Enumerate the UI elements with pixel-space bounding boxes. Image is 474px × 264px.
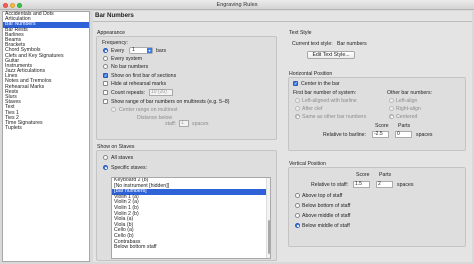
every-label: Every bbox=[111, 48, 125, 54]
center-range-radio[interactable] bbox=[111, 107, 116, 112]
staves-section: All staves Specific staves: Keyboard 2 (… bbox=[96, 150, 277, 261]
sidebar-item[interactable]: Tuplets bbox=[3, 125, 89, 131]
count-repeats-label: Count repeats: bbox=[111, 90, 146, 96]
staves-list[interactable]: Keyboard 2 (b) [No instrument [hidden]] [B… bbox=[111, 177, 271, 259]
above-middle-staff-label: Above middle of staff bbox=[302, 213, 351, 219]
chevron-down-icon: ▾ bbox=[147, 48, 152, 53]
current-text-style-label: Current text style: bbox=[292, 41, 333, 47]
frequency-label: Frequency: bbox=[102, 40, 128, 46]
count-repeats-input[interactable]: 10 (20) bbox=[149, 89, 173, 96]
horizontal-section: Center in the bar First bar number of sy… bbox=[288, 77, 466, 151]
vertical-spaces-label: spaces bbox=[397, 182, 414, 188]
count-repeats-checkbox[interactable] bbox=[103, 90, 108, 95]
right-align-label: Right-align bbox=[396, 106, 421, 112]
horizontal-spaces-label: spaces bbox=[416, 132, 433, 138]
vertical-score-input[interactable]: 1.5 bbox=[353, 181, 370, 188]
right-align-radio[interactable] bbox=[389, 106, 394, 111]
center-range-label: Center range on multirest bbox=[119, 107, 178, 113]
staff-list-item[interactable]: Below bottom staff bbox=[112, 245, 270, 251]
left-align-radio[interactable] bbox=[389, 98, 394, 103]
above-top-staff-label: Above top of staff bbox=[302, 193, 343, 199]
scrollbar-thumb[interactable] bbox=[268, 220, 270, 254]
distance-spaces-label: spaces bbox=[192, 121, 209, 127]
vertical-parts-input[interactable]: 2 bbox=[376, 181, 393, 188]
above-middle-staff-radio[interactable] bbox=[295, 213, 300, 218]
settings-panel: Bar Numbers Appearance Frequency: Every … bbox=[93, 11, 472, 262]
every-bars-select[interactable]: 1 ▾ bbox=[129, 47, 153, 54]
distance-input[interactable]: 1 bbox=[179, 120, 189, 127]
other-bar-header: Other bar numbers: bbox=[387, 90, 432, 96]
center-in-bar-label: Center in the bar bbox=[301, 81, 340, 87]
left-aligned-barline-radio[interactable] bbox=[295, 98, 300, 103]
window-title: Engraving Rules bbox=[216, 2, 258, 8]
every-system-label: Every system bbox=[111, 56, 143, 62]
below-middle-staff-label: Below middle of staff bbox=[302, 223, 350, 229]
distance-label-line2: staff: bbox=[165, 121, 177, 127]
all-staves-label: All staves bbox=[111, 155, 134, 161]
horizontal-parts-input[interactable]: 0 bbox=[395, 131, 412, 138]
every-system-radio[interactable] bbox=[103, 56, 108, 61]
show-range-checkbox[interactable] bbox=[103, 99, 108, 104]
vertical-parts-header: Parts bbox=[379, 172, 392, 178]
after-clef-radio[interactable] bbox=[295, 106, 300, 111]
specific-staves-radio[interactable] bbox=[103, 165, 108, 170]
no-bar-numbers-label: No bar numbers bbox=[111, 64, 149, 70]
above-top-staff-radio[interactable] bbox=[295, 193, 300, 198]
same-as-other-label: Same as other bar numbers bbox=[302, 114, 367, 120]
center-in-bar-checkbox[interactable] bbox=[293, 81, 298, 87]
show-first-bar-checkbox[interactable] bbox=[103, 73, 108, 79]
staves-scrollbar[interactable] bbox=[266, 178, 270, 258]
vertical-section: Score Parts Relative to staff: 1.5 2 spa… bbox=[288, 167, 466, 247]
after-clef-label: After clef bbox=[302, 106, 323, 112]
below-middle-staff-radio[interactable] bbox=[295, 223, 300, 228]
no-bar-numbers-radio[interactable] bbox=[103, 64, 108, 69]
left-align-label: Left-align bbox=[396, 98, 418, 104]
hide-rehearsal-label: Hide at rehearsal marks bbox=[111, 81, 167, 87]
centered-label: Centered bbox=[396, 114, 418, 120]
horizontal-score-header: Score bbox=[375, 123, 389, 129]
text-style-section-title: Text Style bbox=[289, 30, 312, 36]
relative-staff-label: Relative to staff: bbox=[311, 182, 349, 188]
edit-text-style-button[interactable]: Edit Text Style... bbox=[307, 51, 355, 59]
every-radio[interactable] bbox=[103, 48, 108, 53]
current-text-style-value: Bar numbers bbox=[337, 41, 367, 47]
left-aligned-barline-label: Left-aligned with barline bbox=[302, 98, 357, 104]
hide-rehearsal-checkbox[interactable] bbox=[103, 81, 108, 86]
same-as-other-radio[interactable] bbox=[295, 114, 300, 119]
below-bottom-staff-radio[interactable] bbox=[295, 203, 300, 208]
panel-title: Bar Numbers bbox=[95, 12, 134, 19]
centered-radio[interactable] bbox=[389, 114, 394, 119]
title-bar: Engraving Rules bbox=[0, 0, 474, 10]
appearance-section: Frequency: Every 1 ▾ bars Every system N… bbox=[96, 36, 277, 140]
below-bottom-staff-label: Below bottom of staff bbox=[302, 203, 351, 209]
show-range-label: Show range of bar numbers on multirests … bbox=[111, 99, 230, 105]
bars-label: bars bbox=[156, 48, 167, 54]
relative-barline-label: Relative to barline: bbox=[323, 132, 366, 138]
all-staves-radio[interactable] bbox=[103, 155, 108, 160]
first-bar-header: First bar number of system: bbox=[293, 90, 357, 96]
show-first-bar-label: Show on first bar of sections bbox=[111, 73, 177, 79]
specific-staves-label: Specific staves: bbox=[111, 165, 148, 171]
every-bars-value: 1 bbox=[132, 47, 135, 53]
horizontal-parts-header: Parts bbox=[398, 123, 411, 129]
category-list[interactable]: Accidentals and Dots Articulation Bar Numb… bbox=[2, 11, 90, 262]
vertical-score-header: Score bbox=[356, 172, 370, 178]
panel-divider bbox=[93, 21, 472, 22]
horizontal-score-input[interactable]: -2.5 bbox=[372, 131, 389, 138]
